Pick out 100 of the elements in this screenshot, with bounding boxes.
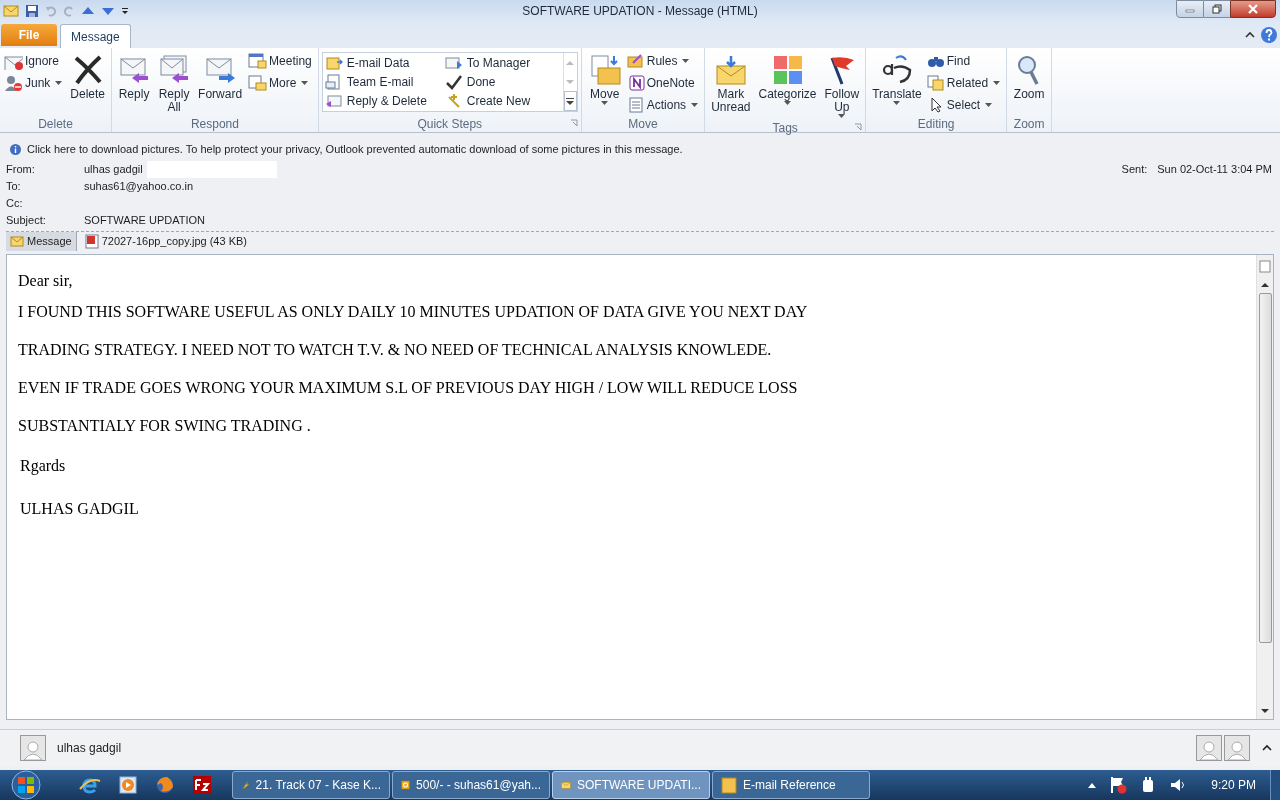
- ribbon-button[interactable]: Ignore: [3, 51, 66, 71]
- calendar-mail-icon: [247, 74, 268, 92]
- body-paragraph: EVEN IF TRADE GOES WRONG YOUR MAXIMUM S.L OF PREVIOUS DAY HIGH / LOW WILL REDUCE LOSS: [18, 378, 799, 397]
- field-label: From:: [6, 162, 36, 178]
- group-label: Editing: [917, 115, 955, 133]
- scrollbar[interactable]: [1256, 255, 1273, 719]
- avatar-silhouette[interactable]: [20, 735, 46, 761]
- group-label: Quick Steps: [417, 115, 483, 133]
- taskbar-button[interactable]: E-mail Reference: [712, 771, 870, 799]
- group-label: Move: [628, 115, 658, 133]
- dropdown-caret-icon: [301, 80, 309, 86]
- field-label: To:: [6, 179, 22, 195]
- up-arrow-icon[interactable]: [81, 5, 95, 17]
- sent-date: Sun 02-Oct-11 3:04 PM: [1157, 162, 1272, 178]
- quick-step-item[interactable]: Reply & Delete: [324, 91, 443, 111]
- collapse-ribbon-icon[interactable]: [1244, 30, 1256, 40]
- document-mail-icon: [324, 74, 343, 90]
- ribbon-button[interactable]: OneNote: [626, 73, 702, 93]
- body-paragraph: TRADING STRATEGY. I NEED NOT TO WATCH T.V. & NO NEED OF TECHNICAL ANALYSIS KNOWLEDE.: [18, 340, 773, 359]
- taskbar-button[interactable]: 21. Track 07 - Kase K...: [232, 771, 390, 799]
- closing: Rgards: [20, 456, 67, 477]
- ribbon-button[interactable]: Move: [584, 51, 625, 106]
- avatar-silhouette[interactable]: [1224, 735, 1250, 761]
- media-play-icon[interactable]: [118, 775, 138, 795]
- info-bar-message[interactable]: Click here to download pictures. To help protect your privacy, Outlook prevented automatic download of some pictures in this message.: [27, 140, 683, 158]
- folder-icon: [721, 776, 737, 794]
- ribbon-button[interactable]: Rules: [626, 51, 702, 71]
- ribbon-button[interactable]: Meeting: [247, 51, 315, 71]
- ribbon-button[interactable]: Mark Unread: [708, 51, 754, 114]
- down-arrow-icon[interactable]: [101, 5, 115, 17]
- avatar-silhouette[interactable]: [1196, 735, 1222, 761]
- ribbon-button[interactable]: Reply: [115, 51, 154, 101]
- dropdown-caret-icon: [993, 80, 1001, 86]
- ribbon-button[interactable]: Forward: [195, 51, 246, 101]
- message-tab[interactable]: Message: [6, 232, 77, 251]
- reply-all-icon: [158, 54, 191, 86]
- check-icon: [444, 74, 463, 90]
- ribbon-button[interactable]: Follow Up: [821, 51, 863, 119]
- group-label: Delete: [38, 115, 73, 133]
- group-label: Respond: [190, 115, 239, 133]
- save-icon[interactable]: [25, 4, 39, 18]
- dropdown-caret-icon: [784, 101, 791, 106]
- more-icon[interactable]: [566, 97, 575, 105]
- flag-error-icon[interactable]: [1109, 776, 1128, 794]
- close-button[interactable]: [1230, 0, 1276, 18]
- attachment-file[interactable]: 72027-16pp_copy.jpg (43 KB): [80, 232, 251, 251]
- fox-globe-icon[interactable]: [155, 775, 175, 795]
- fz-icon[interactable]: [192, 775, 212, 795]
- ribbon-button[interactable]: Select: [926, 95, 1004, 115]
- dropdown-caret-icon: [893, 101, 901, 106]
- sent-label: Sent:: [1121, 162, 1148, 178]
- documents-icon: [926, 75, 945, 91]
- ribbon-tab[interactable]: Message: [60, 24, 131, 48]
- field-value: suhas61@yahoo.co.in: [84, 179, 194, 195]
- signature: ULHAS GADGIL: [20, 499, 140, 519]
- ribbon-button[interactable]: Zoom: [1010, 51, 1049, 101]
- dropdown-caret-icon: [985, 102, 993, 108]
- dropdown-caret-icon: [601, 101, 609, 106]
- scroll-down-icon[interactable]: [1261, 708, 1269, 714]
- close-icon: [1248, 4, 1258, 14]
- show-hidden-icons-icon[interactable]: [1087, 781, 1098, 789]
- start-button-icon[interactable]: [8, 770, 44, 800]
- show-desktop-button[interactable]: [1270, 770, 1280, 800]
- body-paragraph: I FOUND THIS SOFTWARE USEFUL AS ONLY DAILY 10 MINUTES UPDATION OF DATA GIVE YOU NEXT DAY: [18, 302, 809, 321]
- quick-step-item[interactable]: E-mail Data: [324, 53, 443, 73]
- person-blocked-icon: [3, 74, 23, 92]
- contact-name[interactable]: ulhas gadgil: [57, 739, 122, 757]
- customize-menu-icon[interactable]: [121, 5, 129, 17]
- restore-button[interactable]: [1204, 0, 1230, 18]
- clock[interactable]: 9:20 PM: [1211, 776, 1256, 794]
- quick-step-item[interactable]: To Manager: [444, 53, 563, 73]
- ribbon-button[interactable]: Delete: [67, 51, 109, 101]
- quick-step-item[interactable]: Create New: [444, 91, 563, 111]
- taskbar-button[interactable]: 500/- - suhas61@yah...: [392, 771, 550, 799]
- person-icon: [1227, 740, 1247, 760]
- checklist-icon: [626, 97, 645, 113]
- scroll-up-icon[interactable]: [1261, 282, 1269, 288]
- ribbon-button[interactable]: Actions: [626, 95, 702, 115]
- note-n-icon: [626, 75, 645, 91]
- folder-icon: [626, 53, 645, 69]
- quick-step-item[interactable]: Done: [444, 72, 563, 92]
- dialog-launcher-icon[interactable]: [569, 119, 578, 127]
- envelope-arrow-icon: [713, 54, 748, 86]
- ribbon-button[interactable]: Translate: [869, 51, 925, 106]
- expand-icon[interactable]: [1262, 744, 1272, 752]
- envelope-icon: [10, 236, 24, 247]
- dropdown-caret-icon: [55, 80, 63, 86]
- help-icon[interactable]: [1260, 26, 1278, 44]
- group-label: Tags: [772, 119, 798, 137]
- dialog-launcher-icon[interactable]: [854, 123, 863, 131]
- ribbon-button[interactable]: Reply All: [155, 51, 194, 114]
- ribbon-button[interactable]: Categorize: [755, 51, 820, 106]
- ribbon-button[interactable]: Junk: [3, 73, 66, 93]
- quick-step-item[interactable]: Team E-mail: [324, 72, 443, 92]
- minimize-button[interactable]: [1176, 0, 1204, 18]
- ribbon-button[interactable]: Related: [926, 73, 1004, 93]
- ribbon-button[interactable]: More: [247, 73, 315, 93]
- window-title: SOFTWARE UPDATION - Message (HTML): [522, 3, 758, 20]
- body-paragraph: SUBSTANTIALY FOR SWING TRADING .: [18, 416, 312, 435]
- ribbon-button[interactable]: Find: [926, 51, 1004, 71]
